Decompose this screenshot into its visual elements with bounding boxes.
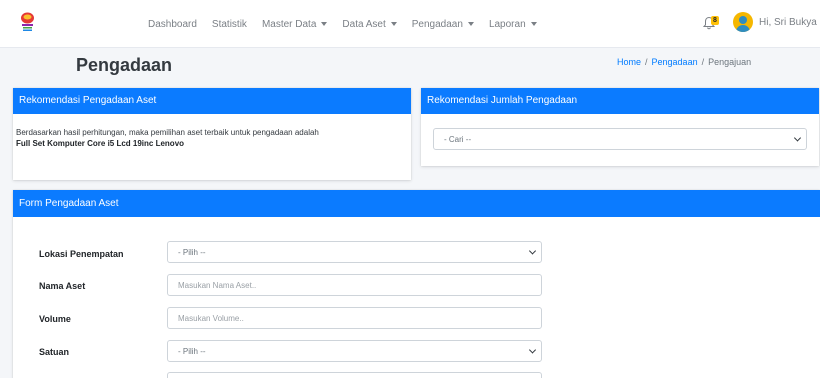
recommendation-card-title: Rekomendasi Pengadaan Aset (13, 88, 411, 114)
nav-label: Data Aset (342, 18, 386, 30)
recommended-item: Full Set Komputer Core i5 Lcd 19inc Leno… (16, 139, 185, 148)
caret-down-icon (390, 22, 397, 26)
search-select-value: - Cari -- (444, 134, 472, 144)
notification-badge: 8 (711, 16, 719, 25)
volume-input[interactable]: Masukan Volume.. (167, 307, 542, 329)
nav-data-aset[interactable]: Data Aset (342, 18, 397, 30)
lokasi-select[interactable]: - Pilih -- (167, 241, 542, 263)
volume-placeholder: Masukan Volume.. (178, 313, 244, 323)
avatar-head (739, 16, 747, 24)
nav-statistik[interactable]: Statistik (212, 19, 247, 30)
user-greeting[interactable]: Hi, Sri Bukya (759, 17, 817, 28)
breadcrumb: Home / Pengadaan / Pengajuan (617, 57, 751, 67)
nav-laporan[interactable]: Laporan (489, 19, 537, 30)
next-field-input[interactable] (167, 372, 542, 378)
top-navbar: Dashboard Statistik Master Data Data Ase… (0, 0, 820, 48)
nav-label: Master Data (261, 18, 317, 30)
satuan-label: Satuan (39, 347, 70, 357)
nav-pengadaan[interactable]: Pengadaan (412, 19, 474, 30)
satuan-select[interactable]: - Pilih -- (167, 340, 542, 362)
form-card-title: Form Pengadaan Aset (13, 190, 820, 217)
nav-label: Statistik (211, 18, 247, 30)
quantity-card-title: Rekomendasi Jumlah Pengadaan (421, 88, 819, 114)
nama-aset-placeholder: Masukan Nama Aset.. (178, 280, 257, 290)
search-select[interactable]: - Cari -- (433, 128, 807, 150)
procurement-form-card: Form Pengadaan Aset Lokasi Penempatan - … (13, 190, 820, 378)
chevron-down-icon (528, 346, 537, 354)
nav-label: Pengadaan (411, 18, 463, 30)
main-menu: Dashboard Statistik Master Data Data Ase… (148, 0, 552, 48)
volume-label: Volume (39, 314, 71, 324)
caret-down-icon (321, 22, 328, 26)
quantity-recommendation-card: Rekomendasi Jumlah Pengadaan - Cari -- (421, 88, 819, 166)
nama-aset-label: Nama Aset (39, 281, 86, 291)
avatar-body (736, 25, 750, 32)
recommendation-text: Berdasarkan hasil perhitungan, maka pemi… (16, 128, 319, 137)
chevron-down-icon (528, 247, 537, 255)
nav-label: Dashboard (148, 18, 197, 30)
user-avatar[interactable] (733, 12, 753, 32)
satuan-select-value: - Pilih -- (178, 346, 206, 356)
page-title: Pengadaan (76, 55, 173, 75)
breadcrumb-current: Pengajuan (708, 57, 752, 67)
caret-down-icon (467, 22, 474, 26)
chevron-down-icon (793, 134, 802, 142)
lokasi-label: Lokasi Penempatan (39, 249, 124, 259)
nama-aset-input[interactable]: Masukan Nama Aset.. (167, 274, 542, 296)
nav-dashboard[interactable]: Dashboard (148, 19, 197, 30)
breadcrumb-home[interactable]: Home (617, 57, 641, 67)
breadcrumb-separator: / (701, 57, 705, 67)
app-logo-icon[interactable] (19, 11, 36, 33)
caret-down-icon (530, 22, 537, 26)
lokasi-select-value: - Pilih -- (178, 247, 206, 257)
recommendation-card: Rekomendasi Pengadaan Aset Berdasarkan h… (13, 88, 411, 180)
nav-label: Laporan (488, 18, 526, 30)
breadcrumb-separator: / (645, 57, 648, 67)
breadcrumb-pengadaan[interactable]: Pengadaan (652, 57, 698, 67)
nav-master-data[interactable]: Master Data (261, 18, 328, 30)
